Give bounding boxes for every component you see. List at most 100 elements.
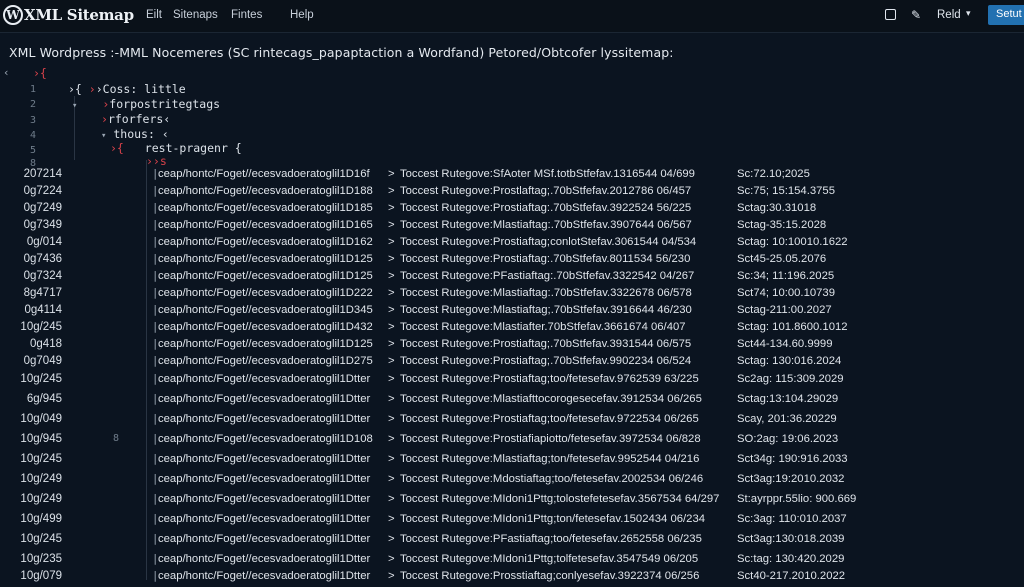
sitemap-row[interactable]: 0g7224 | ceap/hontc/Foget//ecesvadoeratogl… — [0, 185, 1024, 202]
row-id: 10g/049 — [20, 413, 62, 425]
chevron-down-icon[interactable]: ▾ — [966, 9, 971, 19]
row-url-link[interactable]: ceap/hontc/Foget//ecesvadoeratoglil1Dtte… — [158, 493, 370, 505]
menu-files[interactable]: Fintes — [231, 9, 262, 21]
sitemap-row[interactable]: 10g/245 | ceap/hontc/Foget//ecesvadoeratog… — [0, 321, 1024, 338]
row-description: Toccest Rutegove:MIdoni1Pttg;tolfetesefa… — [400, 553, 699, 565]
row-description: Toccest Rutegove:Prostiaftag;conlotStefa… — [400, 236, 697, 248]
sitemap-row[interactable]: 0g7349 | ceap/hontc/Foget//ecesvadoeratogl… — [0, 219, 1024, 236]
row-description: Toccest Rutegove:MIdoni1Pttg;tolostefete… — [400, 493, 720, 505]
row-date: St:ayrppr.55lio: 900.669 — [737, 493, 857, 505]
line-number: 5 — [30, 145, 37, 156]
arrow-right-icon: > — [388, 373, 395, 385]
sitemap-row[interactable]: 10g/245 | ceap/hontc/Foget//ecesvadoeratog… — [0, 373, 1024, 390]
sitemap-row[interactable]: 0g7249 | ceap/hontc/Foget//ecesvadoeratogl… — [0, 202, 1024, 219]
row-url-link[interactable]: ceap/hontc/Foget//ecesvadoeratoglil1Dtte… — [158, 553, 370, 565]
sitemap-row[interactable]: 0g418 | ceap/hontc/Foget//ecesvadoeratogli… — [0, 338, 1024, 355]
sitemap-row[interactable]: 10g/249 | ceap/hontc/Foget//ecesvadoeratog… — [0, 493, 1024, 510]
sitemap-row[interactable]: 207214 | ceap/hontc/Foget//ecesvadoeratogl… — [0, 168, 1024, 185]
row-url-link[interactable]: ceap/hontc/Foget//ecesvadoeratoglil1Dtte… — [158, 413, 370, 425]
tree-node[interactable]: ▾ thous: ‹ — [101, 127, 169, 141]
sitemap-row[interactable]: 0g7436 | ceap/hontc/Foget//ecesvadoeratogl… — [0, 253, 1024, 270]
setup-button[interactable]: Setut — [988, 5, 1024, 25]
row-url-link[interactable]: ceap/hontc/Foget//ecesvadoeratoglil1Dtte… — [158, 570, 370, 582]
row-url-link[interactable]: ceap/hontc/Foget//ecesvadoeratoglil1D222 — [158, 287, 373, 299]
row-id: 0g7249 — [23, 202, 62, 214]
wordpress-logo-icon[interactable]: W — [3, 5, 23, 25]
tree-node-bracket: ›{ — [110, 141, 124, 155]
row-url-link[interactable]: ceap/hontc/Foget//ecesvadoeratoglil1D188 — [158, 185, 373, 197]
row-id: 6g/945 — [26, 393, 62, 405]
row-date: Sct45-25.05.2076 — [737, 253, 827, 265]
row-url-link[interactable]: ceap/hontc/Foget//ecesvadoeratoglil1D125 — [158, 270, 373, 282]
row-id: 0g7049 — [23, 355, 62, 367]
arrow-right-icon: > — [388, 185, 395, 197]
tree-node[interactable]: ›{ ››Coss: little — [68, 82, 186, 96]
row-url-link[interactable]: ceap/hontc/Foget//ecesvadoeratoglil1Dtte… — [158, 393, 370, 405]
collapse-arrow-icon[interactable]: ‹ — [3, 66, 10, 79]
sitemap-row[interactable]: 6g/945 | ceap/hontc/Foget//ecesvadoeratogl… — [0, 393, 1024, 410]
caret-down-icon[interactable]: ▾ — [101, 131, 106, 141]
square-icon[interactable] — [885, 9, 896, 20]
tree-node[interactable]: ››s — [146, 154, 167, 168]
top-toolbar: W XML Sitemap Eilt Sitenaps Fintes Help … — [0, 0, 1024, 33]
tree-node[interactable]: ▾ ›forpostritegtags — [72, 97, 220, 111]
tree-node-label: thous: ‹ — [113, 127, 169, 141]
sitemap-row[interactable]: 0g4114 | ceap/hontc/Foget//ecesvadoeratogl… — [0, 304, 1024, 321]
pencil-icon[interactable]: ✎ — [911, 8, 922, 22]
row-date: Sctag: 10:10010.1622 — [737, 236, 848, 248]
row-url-link[interactable]: ceap/hontc/Foget//ecesvadoeratoglil1D165 — [158, 219, 373, 231]
read-dropdown-button[interactable]: Reld — [937, 9, 961, 21]
row-url-link[interactable]: ceap/hontc/Foget//ecesvadoeratoglil1D162 — [158, 236, 373, 248]
sitemap-row[interactable]: 10g/079 | ceap/hontc/Foget//ecesvadoeratog… — [0, 570, 1024, 587]
row-url-link[interactable]: ceap/hontc/Foget//ecesvadoeratoglil1Dtte… — [158, 453, 370, 465]
row-id: 10g/249 — [20, 473, 62, 485]
row-url-link[interactable]: ceap/hontc/Foget//ecesvadoeratoglil1Dtte… — [158, 533, 370, 545]
row-url-link[interactable]: ceap/hontc/Foget//ecesvadoeratoglil1D108 — [158, 433, 373, 445]
row-url-link[interactable]: ceap/hontc/Foget//ecesvadoeratoglil1D275 — [158, 355, 373, 367]
sitemap-row[interactable]: 10g/235 | ceap/hontc/Foget//ecesvadoeratog… — [0, 553, 1024, 570]
menu-sitemaps[interactable]: Sitenaps — [173, 9, 218, 21]
row-id: 0g7224 — [23, 185, 62, 197]
tree-node[interactable]: ›{ — [33, 66, 47, 80]
row-url-link[interactable]: ceap/hontc/Foget//ecesvadoeratoglil1D185 — [158, 202, 373, 214]
sitemap-row[interactable]: 0g/014 | ceap/hontc/Foget//ecesvadoeratogl… — [0, 236, 1024, 253]
row-description: Toccest Rutegove:Prostlaftag;.70bStfefav… — [400, 185, 692, 197]
row-url-link[interactable]: ceap/hontc/Foget//ecesvadoeratoglil1D125 — [158, 253, 373, 265]
sitemap-row[interactable]: 10g/049 | ceap/hontc/Foget//ecesvadoeratog… — [0, 413, 1024, 430]
sitemap-row[interactable]: 10g/945 | ceap/hontc/Foget//ecesvadoeratog… — [0, 433, 1024, 450]
row-url-link[interactable]: ceap/hontc/Foget//ecesvadoeratoglil1D16f — [158, 168, 370, 180]
arrow-right-icon: > — [388, 553, 395, 565]
tree-node-bracket: ›{ — [33, 66, 47, 80]
sitemap-row[interactable]: 0g7049 | ceap/hontc/Foget//ecesvadoeratogl… — [0, 355, 1024, 372]
row-description: Toccest Rutegove:Mlastiaftag:.70bStfefav… — [400, 287, 692, 299]
row-description: Toccest Rutegove:PFastiaftag:.70bStfefav… — [400, 270, 695, 282]
arrow-right-icon: > — [388, 202, 395, 214]
row-date: Sct34g: 190:916.2033 — [737, 453, 848, 465]
sitemap-row[interactable]: 10g/245 | ceap/hontc/Foget//ecesvadoeratog… — [0, 533, 1024, 550]
row-id: 0g4114 — [24, 304, 62, 316]
sitemap-row[interactable]: 0g7324 | ceap/hontc/Foget//ecesvadoeratogl… — [0, 270, 1024, 287]
row-url-link[interactable]: ceap/hontc/Foget//ecesvadoeratoglil1D432 — [158, 321, 373, 333]
arrow-right-icon: > — [388, 570, 395, 582]
sitemap-row[interactable]: 10g/499 | ceap/hontc/Foget//ecesvadoeratog… — [0, 513, 1024, 530]
menu-help[interactable]: Help — [290, 9, 314, 21]
sitemap-row[interactable]: 8g4717 | ceap/hontc/Foget//ecesvadoeratogl… — [0, 287, 1024, 304]
caret-down-icon[interactable]: ▾ — [72, 101, 77, 111]
sitemap-row[interactable]: 10g/249 | ceap/hontc/Foget//ecesvadoeratog… — [0, 473, 1024, 490]
tree-node[interactable]: ›{ rest-pragenr { — [110, 141, 242, 155]
row-description: Toccest Rutegove:Mdostiaftag;too/fetesef… — [400, 473, 704, 485]
row-id: 10g/079 — [20, 570, 62, 582]
sitemap-row[interactable]: 10g/245 | ceap/hontc/Foget//ecesvadoeratog… — [0, 453, 1024, 470]
row-url-link[interactable]: ceap/hontc/Foget//ecesvadoeratoglil1Dtte… — [158, 513, 370, 525]
row-date: Sc:75; 15:154.3755 — [737, 185, 835, 197]
tree-node-label: rest-pragenr { — [144, 141, 242, 155]
app-title: XML Sitemap — [24, 6, 134, 24]
row-url-link[interactable]: ceap/hontc/Foget//ecesvadoeratoglil1Dtte… — [158, 473, 370, 485]
tree-node[interactable]: ›rforfers‹ — [101, 112, 170, 126]
row-description: Toccest Rutegove:Prostiaftag;too/fetesef… — [400, 373, 699, 385]
row-url-link[interactable]: ceap/hontc/Foget//ecesvadoeratoglil1D125 — [158, 338, 373, 350]
menu-edit[interactable]: Eilt — [146, 9, 162, 21]
row-url-link[interactable]: ceap/hontc/Foget//ecesvadoeratoglil1D345 — [158, 304, 373, 316]
tree-node-bracket: › — [88, 82, 96, 96]
row-url-link[interactable]: ceap/hontc/Foget//ecesvadoeratoglil1Dtte… — [158, 373, 370, 385]
